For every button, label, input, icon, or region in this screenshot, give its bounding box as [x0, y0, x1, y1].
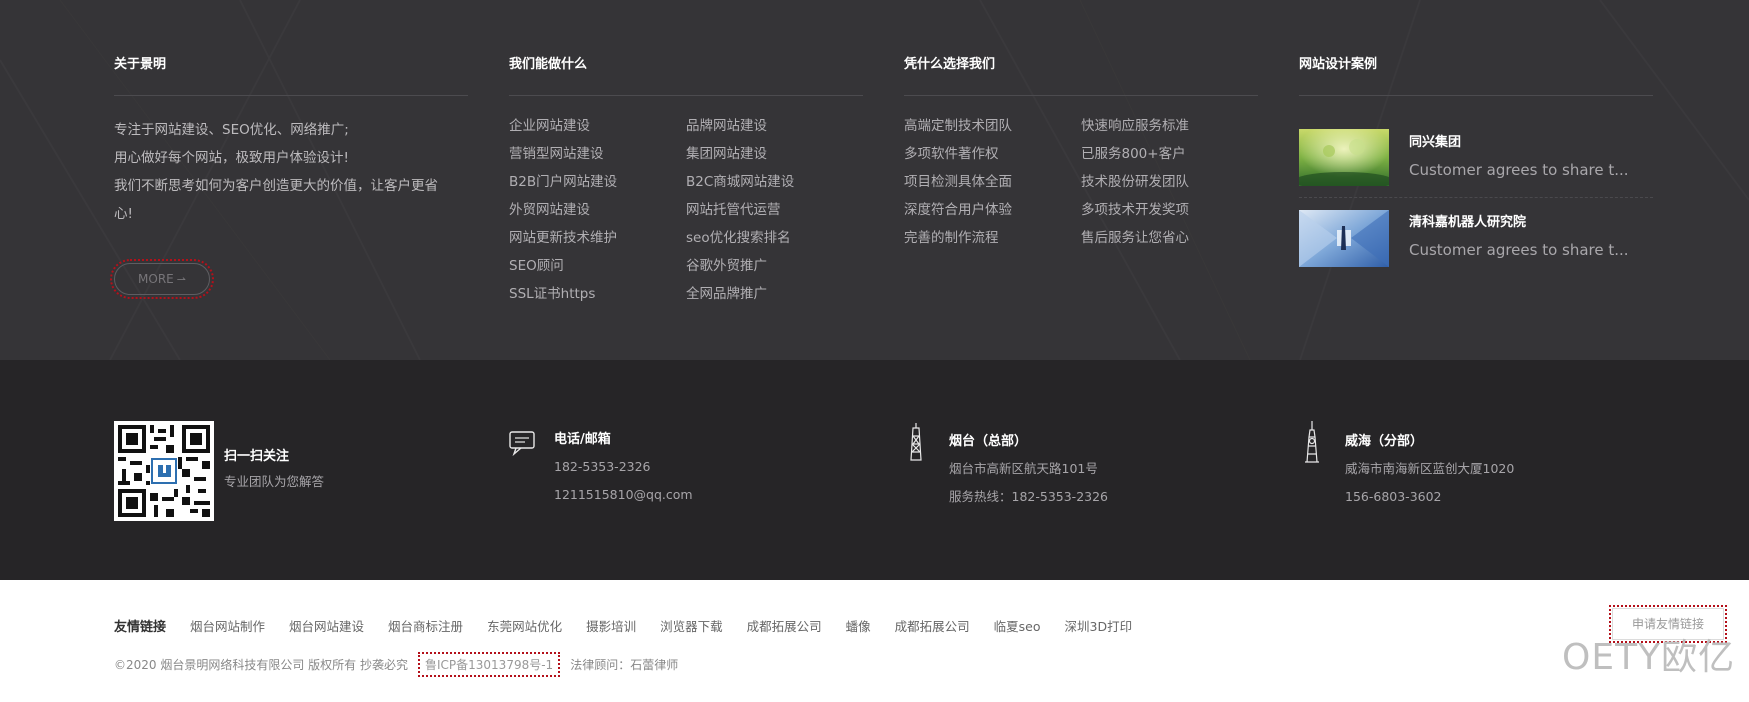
why-link[interactable]: 完善的制作流程: [904, 224, 1081, 252]
friend-links-label: 友情链接: [114, 620, 167, 635]
qr-code: [114, 421, 214, 521]
icp-link[interactable]: 鲁ICP备13013798号-1: [417, 652, 561, 677]
legal-advisor: 法律顾问：石蕾律师: [570, 658, 679, 672]
case-thumbnail[interactable]: [1299, 129, 1389, 186]
about-column: 关于景明 专注于网站建设、SEO优化、网络推广; 用心做好每个网站，极致用户体验…: [114, 58, 468, 228]
cases-title: 网站设计案例: [1299, 58, 1653, 96]
email-address[interactable]: 1211515810@qq.com: [554, 481, 693, 509]
hq-info: 烟台（总部） 烟台市高新区航天路101号 服务热线：182-5353-2326: [949, 433, 1108, 511]
case-thumbnail[interactable]: [1299, 209, 1389, 267]
friend-link[interactable]: 成都拓展公司: [895, 616, 970, 635]
qr-title: 扫一扫关注: [224, 449, 290, 464]
branch-info: 威海（分部） 威海市南海新区蓝创大厦1020 156-6803-3602: [1345, 433, 1514, 511]
friend-link[interactable]: 浏览器下载: [660, 616, 723, 635]
friend-link[interactable]: 东莞网站优化: [487, 616, 562, 635]
case-item[interactable]: 同兴集团 Customer agrees to share t...: [1299, 126, 1653, 198]
footer-bottom-section: 友情链接 烟台网站制作 烟台网站建设 烟台商标注册 东莞网站优化 摄影培训 浏览…: [0, 580, 1749, 702]
why-link[interactable]: 多项技术开发奖项: [1081, 196, 1258, 224]
branch-title: 威海（分部）: [1345, 434, 1424, 449]
why-links: 高端定制技术团队 快速响应服务标准 多项软件著作权 已服务800+客户 项目检测…: [904, 112, 1258, 252]
hq-address: 烟台市高新区航天路101号: [949, 461, 1098, 476]
case-desc: Customer agrees to share t...: [1409, 160, 1629, 179]
case-name[interactable]: 清科嘉机器人研究院: [1409, 213, 1629, 233]
about-line: 用心做好每个网站，极致用户体验设计!: [114, 150, 349, 166]
about-line: 心!: [114, 206, 133, 222]
phone-info: 电话/邮箱 182-5353-2326 1211515810@qq.com: [554, 431, 693, 509]
watermark-text: OETY欧亿: [1562, 637, 1736, 678]
tv-tower-icon: [1305, 421, 1319, 463]
service-link[interactable]: 营销型网站建设: [509, 140, 686, 168]
tower-icon: [910, 423, 922, 461]
qr-info: 扫一扫关注 专业团队为您解答: [224, 448, 324, 496]
why-link[interactable]: 多项软件著作权: [904, 140, 1081, 168]
friend-link[interactable]: 成都拓展公司: [747, 616, 822, 635]
copyright-row: ©2020 烟台景明网络科技有限公司 版权所有 抄袭必究 鲁ICP备130137…: [114, 652, 679, 677]
hq-hotline: 服务热线：182-5353-2326: [949, 489, 1109, 504]
phone-title: 电话/邮箱: [554, 432, 611, 447]
qr-code-icon: [118, 425, 210, 517]
case-body: 清科嘉机器人研究院 Customer agrees to share t...: [1409, 213, 1629, 263]
why-link[interactable]: 技术股份研发团队: [1081, 168, 1258, 196]
contact-section: 扫一扫关注 专业团队为您解答 电话/邮箱 182-5353-2326 12115…: [0, 360, 1749, 580]
friend-links: 友情链接 烟台网站制作 烟台网站建设 烟台商标注册 东莞网站优化 摄影培训 浏览…: [114, 616, 1156, 635]
about-line: 我们不断思考如何为客户创造更大的价值，让客户更省: [114, 178, 438, 194]
friend-link[interactable]: 摄影培训: [586, 616, 636, 635]
case-desc: Customer agrees to share t...: [1409, 241, 1629, 259]
service-link[interactable]: 集团网站建设: [686, 140, 863, 168]
service-link[interactable]: 全网品牌推广: [686, 280, 863, 308]
case-body: 同兴集团 Customer agrees to share t...: [1409, 133, 1629, 183]
friend-link[interactable]: 深圳3D打印: [1065, 616, 1133, 635]
service-link[interactable]: 外贸网站建设: [509, 196, 686, 224]
service-link[interactable]: 网站更新技术维护: [509, 224, 686, 252]
qr-subtitle: 专业团队为您解答: [224, 474, 325, 489]
services-links: 企业网站建设 品牌网站建设 营销型网站建设 集团网站建设 B2B门户网站建设 B…: [509, 112, 863, 308]
service-link[interactable]: B2B门户网站建设: [509, 168, 686, 196]
about-line: 专注于网站建设、SEO优化、网络推广;: [114, 122, 349, 138]
why-title: 凭什么选择我们: [904, 58, 1258, 96]
service-link[interactable]: B2C商城网站建设: [686, 168, 863, 196]
arrow-right-icon: ⇀: [176, 273, 186, 286]
footer-top-section: 关于景明 专注于网站建设、SEO优化、网络推广; 用心做好每个网站，极致用户体验…: [0, 0, 1749, 360]
service-link[interactable]: SEO顾问: [509, 252, 686, 280]
more-label: MORE: [138, 272, 174, 286]
phone-number[interactable]: 182-5353-2326: [554, 453, 693, 481]
copyright-text: ©2020 烟台景明网络科技有限公司 版权所有 抄袭必究: [114, 658, 408, 672]
service-link[interactable]: 谷歌外贸推广: [686, 252, 863, 280]
why-link[interactable]: 深度符合用户体验: [904, 196, 1081, 224]
branch-phone[interactable]: 156-6803-3602: [1345, 483, 1514, 511]
case-item[interactable]: 清科嘉机器人研究院 Customer agrees to share t...: [1299, 206, 1653, 278]
why-link[interactable]: 高端定制技术团队: [904, 112, 1081, 140]
service-link[interactable]: 企业网站建设: [509, 112, 686, 140]
hq-title: 烟台（总部）: [949, 434, 1028, 449]
chat-bubble-icon: [509, 431, 535, 457]
more-button[interactable]: MORE ⇀: [110, 259, 214, 299]
friend-link[interactable]: 临夏seo: [994, 616, 1041, 635]
service-link[interactable]: SSL证书https: [509, 280, 686, 308]
branch-address: 威海市南海新区蓝创大厦1020: [1345, 461, 1515, 476]
friend-link[interactable]: 烟台网站制作: [190, 616, 265, 635]
friend-link[interactable]: 烟台商标注册: [388, 616, 463, 635]
why-link[interactable]: 售后服务让您省心: [1081, 224, 1258, 252]
about-title: 关于景明: [114, 58, 468, 96]
why-link[interactable]: 已服务800+客户: [1081, 140, 1258, 168]
why-link[interactable]: 快速响应服务标准: [1081, 112, 1258, 140]
cases-column: 网站设计案例 同兴集团 Customer agrees to share t..…: [1299, 58, 1653, 278]
why-column: 凭什么选择我们 高端定制技术团队 快速响应服务标准 多项软件著作权 已服务800…: [904, 58, 1258, 252]
friend-link[interactable]: 烟台网站建设: [289, 616, 364, 635]
friend-link[interactable]: 蟠像: [846, 616, 871, 635]
case-name[interactable]: 同兴集团: [1409, 133, 1629, 153]
service-link[interactable]: 品牌网站建设: [686, 112, 863, 140]
services-column: 我们能做什么 企业网站建设 品牌网站建设 营销型网站建设 集团网站建设 B2B门…: [509, 58, 863, 308]
about-text: 专注于网站建设、SEO优化、网络推广; 用心做好每个网站，极致用户体验设计! 我…: [114, 116, 468, 228]
services-title: 我们能做什么: [509, 58, 863, 96]
why-link[interactable]: 项目检测具体全面: [904, 168, 1081, 196]
service-link[interactable]: 网站托管代运营: [686, 196, 863, 224]
service-link[interactable]: seo优化搜索排名: [686, 224, 863, 252]
